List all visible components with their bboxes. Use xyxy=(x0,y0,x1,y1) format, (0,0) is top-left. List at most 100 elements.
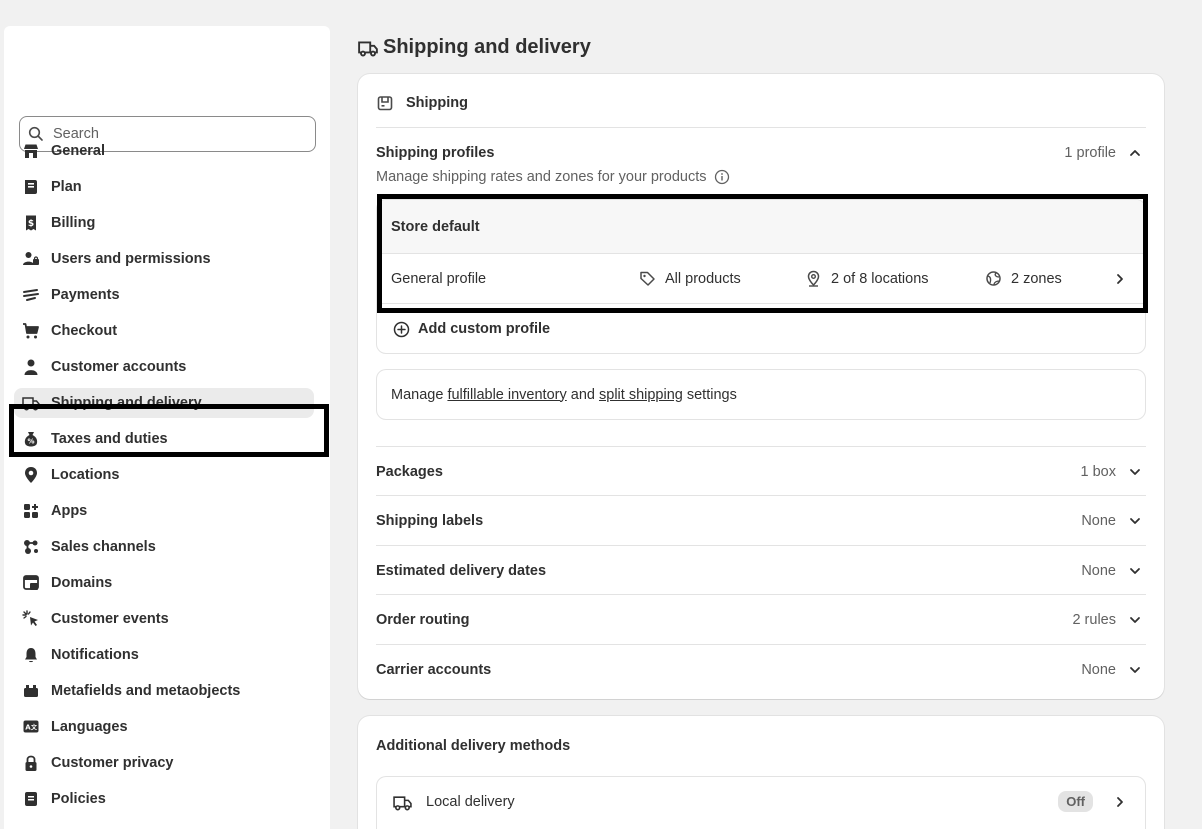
sidebar-item-languages[interactable]: A文 Languages xyxy=(14,712,314,742)
add-custom-profile-label: Add custom profile xyxy=(418,321,551,337)
sidebar-item-policies[interactable]: Policies xyxy=(14,784,314,814)
svg-text:文: 文 xyxy=(30,724,38,732)
divider xyxy=(376,594,1146,595)
page-title: Shipping and delivery xyxy=(358,36,591,59)
delivery-methods-card: Additional delivery methods Local delive… xyxy=(358,716,1164,829)
divider xyxy=(376,644,1146,645)
order-routing-value: 2 rules xyxy=(1072,612,1116,628)
shipping-card: Shipping Shipping profiles 1 profile Man… xyxy=(358,74,1164,699)
person-icon xyxy=(24,359,38,375)
sidebar-item-general[interactable]: General xyxy=(14,136,314,166)
divider xyxy=(376,545,1146,546)
fulfillable-inventory-link[interactable]: fulfillable inventory xyxy=(447,387,566,403)
metafields-icon xyxy=(24,685,38,697)
chevron-down-icon xyxy=(1130,667,1140,673)
cursor-icon xyxy=(22,610,38,626)
status-badge: Off xyxy=(1058,791,1093,812)
sidebar-item-label: Customer privacy xyxy=(51,755,174,771)
estimated-delivery-toggle[interactable]: None xyxy=(1081,563,1142,579)
sidebar-item-billing[interactable]: $ Billing xyxy=(14,208,314,238)
location-icon xyxy=(25,467,37,483)
plan-icon xyxy=(25,180,37,194)
sidebar-item-label: General xyxy=(51,143,105,159)
sidebar-item-customer-accounts[interactable]: Customer accounts xyxy=(14,352,314,382)
sidebar-item-label: Payments xyxy=(51,287,120,303)
estimated-delivery-title: Estimated delivery dates xyxy=(376,563,547,579)
shipping-profiles-toggle[interactable]: 1 profile xyxy=(1064,145,1142,161)
store-header xyxy=(16,38,316,94)
sidebar-item-label: Customer accounts xyxy=(51,359,187,375)
packages-value: 1 box xyxy=(1080,464,1116,480)
sidebar-item-label: Policies xyxy=(51,791,106,807)
packages-toggle[interactable]: 1 box xyxy=(1081,464,1142,480)
info-icon[interactable] xyxy=(714,169,730,185)
chevron-right-icon xyxy=(1117,797,1123,807)
chevron-up-icon xyxy=(1130,150,1140,156)
manage-settings-box: Manage fulfillable inventory and split s… xyxy=(376,369,1146,420)
lock-icon xyxy=(25,755,37,771)
channels-icon xyxy=(24,540,38,554)
carrier-accounts-value: None xyxy=(1081,662,1116,678)
sidebar-item-label: Locations xyxy=(51,467,120,483)
sidebar-item-label: Customer events xyxy=(51,611,169,627)
sidebar-item-label: Sales channels xyxy=(51,539,156,555)
sidebar-item-plan[interactable]: Plan xyxy=(14,172,314,202)
chevron-down-icon xyxy=(1130,469,1140,475)
store-icon xyxy=(24,144,38,158)
language-icon: A文 xyxy=(23,720,39,733)
highlight-box-store-default xyxy=(377,194,1148,313)
sidebar-item-domains[interactable]: Domains xyxy=(14,568,314,598)
highlight-box-sidebar xyxy=(9,404,329,457)
sidebar-item-checkout[interactable]: Checkout xyxy=(14,316,314,346)
sidebar-item-label: Checkout xyxy=(51,323,118,339)
sidebar-item-customer-privacy[interactable]: Customer privacy xyxy=(14,748,314,778)
receipt-icon: $ xyxy=(26,215,36,231)
shipping-labels-toggle[interactable]: None xyxy=(1081,513,1142,529)
policies-icon xyxy=(25,792,37,806)
sidebar-item-sales-channels[interactable]: Sales channels xyxy=(14,532,314,562)
sidebar-item-label: Plan xyxy=(51,179,82,195)
local-delivery-label: Local delivery xyxy=(426,794,515,810)
sidebar-item-payments[interactable]: Payments xyxy=(14,280,314,310)
sidebar-item-users[interactable]: Users and permissions xyxy=(14,244,314,274)
sidebar-item-apps[interactable]: Apps xyxy=(14,496,314,526)
shipping-card-header: Shipping xyxy=(376,94,468,112)
users-icon xyxy=(23,252,39,265)
carrier-accounts-title: Carrier accounts xyxy=(376,662,492,678)
sidebar-item-label: Apps xyxy=(51,503,88,519)
sidebar-item-label: Billing xyxy=(51,215,96,231)
sidebar-item-label: Notifications xyxy=(51,647,139,663)
chevron-down-icon xyxy=(1130,568,1140,574)
shipping-profiles-count: 1 profile xyxy=(1064,145,1116,161)
domains-icon xyxy=(23,575,39,590)
settings-nav: General Plan $ Billing Users and permiss… xyxy=(14,136,314,820)
sidebar-item-locations[interactable]: Locations xyxy=(14,460,314,490)
delivery-methods-title: Additional delivery methods xyxy=(376,738,571,754)
manage-suffix: settings xyxy=(686,386,737,403)
truck-icon xyxy=(358,41,378,56)
estimated-delivery-value: None xyxy=(1081,563,1116,579)
shipping-labels-value: None xyxy=(1081,513,1116,529)
manage-middle: and xyxy=(570,386,595,403)
sidebar-item-metafields[interactable]: Metafields and metaobjects xyxy=(14,676,314,706)
bell-icon xyxy=(25,648,37,663)
packages-title: Packages xyxy=(376,464,443,480)
shipping-profiles-description: Manage shipping rates and zones for your… xyxy=(376,169,730,185)
truck-icon xyxy=(393,795,412,810)
payments-icon xyxy=(23,289,39,301)
sidebar-item-label: Metafields and metaobjects xyxy=(51,683,241,699)
sidebar-item-customer-events[interactable]: Customer events xyxy=(14,604,314,634)
order-routing-toggle[interactable]: 2 rules xyxy=(1072,612,1142,628)
split-shipping-link[interactable]: split shipping xyxy=(599,387,683,403)
local-delivery-row[interactable]: Local delivery Off xyxy=(377,777,1145,827)
shipping-card-title: Shipping xyxy=(406,95,469,111)
page-title-text: Shipping and delivery xyxy=(383,36,591,58)
sidebar-item-notifications[interactable]: Notifications xyxy=(14,640,314,670)
description-text: Manage shipping rates and zones for your… xyxy=(376,169,707,185)
divider xyxy=(376,127,1146,128)
order-routing-title: Order routing xyxy=(376,612,470,628)
sidebar-item-label: Languages xyxy=(51,719,128,735)
plus-circle-icon xyxy=(393,321,410,337)
package-icon xyxy=(377,96,393,111)
carrier-accounts-toggle[interactable]: None xyxy=(1081,662,1142,678)
